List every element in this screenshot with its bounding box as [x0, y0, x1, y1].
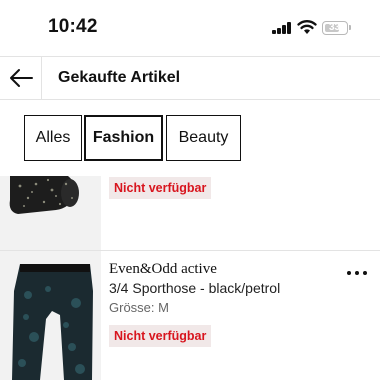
product-image: [0, 176, 101, 250]
product-name: 3/4 Sporthose - black/petrol: [109, 280, 281, 296]
tab-beauty[interactable]: Beauty: [166, 115, 241, 161]
status-badge: Nicht verfügbar: [109, 325, 212, 347]
more-options-icon[interactable]: [344, 266, 370, 280]
status-time: 10:42: [48, 16, 98, 37]
header-bar: Gekaufte Artikel: [0, 56, 380, 100]
tab-alles[interactable]: Alles: [24, 115, 82, 161]
status-badge: Nicht verfügbar: [109, 177, 212, 199]
page-title: Gekaufte Artikel: [58, 69, 181, 86]
tab-fashion[interactable]: Fashion: [84, 115, 163, 161]
product-image: [0, 251, 101, 380]
product-brand: Even&Odd active: [109, 261, 217, 277]
battery-icon: 33: [322, 21, 348, 35]
wifi-icon: [297, 20, 317, 34]
list-item[interactable]: Nicht verfügbar: [0, 176, 380, 250]
list-item[interactable]: Even&Odd active 3/4 Sporthose - black/pe…: [0, 251, 380, 380]
battery-tip: [349, 25, 351, 30]
status-bar: 10:42 33: [0, 0, 380, 56]
arrow-left-icon: [10, 69, 33, 87]
cellular-signal-icon: [272, 22, 292, 34]
back-button[interactable]: [0, 57, 42, 99]
battery-level: 33: [328, 22, 341, 33]
product-size: Grösse: M: [109, 300, 169, 315]
